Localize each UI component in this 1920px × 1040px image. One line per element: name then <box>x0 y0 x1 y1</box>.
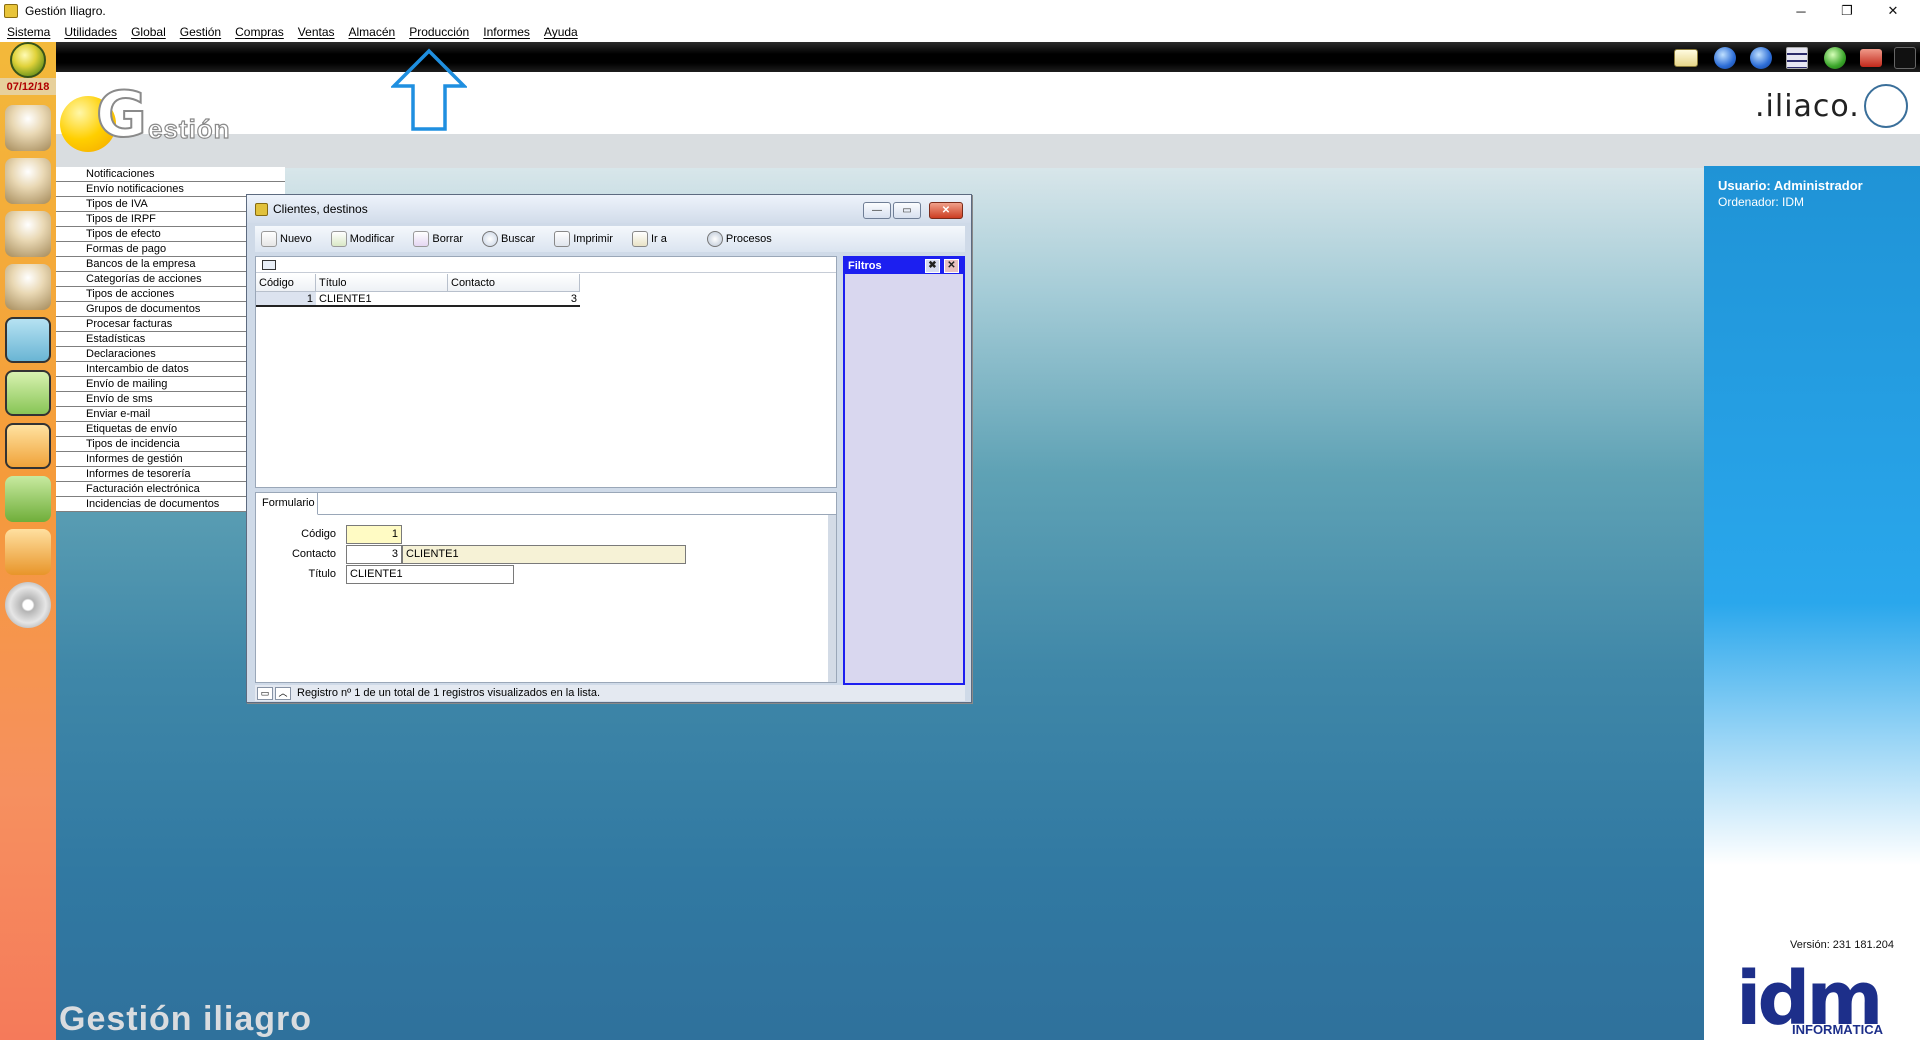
filters-header: Filtros ✖ ✕ <box>845 258 963 274</box>
records-list: Código Título Contacto 1 CLIENTE1 3 <box>255 256 837 488</box>
users-icon[interactable] <box>5 105 51 151</box>
delete-icon <box>413 231 430 247</box>
titulo-field[interactable]: CLIENTE1 <box>346 565 514 584</box>
goto-icon <box>631 231 648 247</box>
clientes-destinos-dialog: Clientes, destinos — ▭ ✕ Nuevo Modificar… <box>246 194 972 703</box>
codigo-field[interactable]: 1 <box>346 525 402 544</box>
title-bar: Gestión Iliagro. ─ ❐ ✕ <box>0 0 1920 22</box>
menu-utilidades[interactable]: Utilidades <box>64 25 117 39</box>
dialog-close-button[interactable]: ✕ <box>929 202 963 219</box>
arrow-up-icon <box>391 48 467 131</box>
menu-icon[interactable] <box>1786 47 1808 69</box>
restore-button[interactable]: ❐ <box>1824 0 1870 22</box>
imprimir-button[interactable]: Imprimir <box>554 231 613 247</box>
new-doc-icon <box>261 231 277 247</box>
forward-icon[interactable] <box>1750 47 1772 69</box>
tab-formulario[interactable]: Formulario <box>256 493 318 515</box>
letter-f-green-icon[interactable] <box>5 370 51 416</box>
filters-close-icon[interactable]: ✕ <box>944 259 959 273</box>
computer-label: Ordenador: IDM <box>1718 195 1805 209</box>
date-display: 07/12/18 <box>0 78 56 95</box>
status-up-icon[interactable]: ︿ <box>275 686 291 700</box>
version-label: Versión: 231 181.204 <box>1790 939 1894 951</box>
iliaco-logo: .iliaco. <box>1755 84 1908 128</box>
menu-ventas[interactable]: Ventas <box>298 25 335 39</box>
contacto-name-field: CLIENTE1 <box>402 545 686 564</box>
contacto-field[interactable]: 3 <box>346 545 402 564</box>
back-icon[interactable] <box>1714 47 1736 69</box>
letter-a-icon[interactable] <box>5 317 51 363</box>
search-icon <box>481 231 498 247</box>
mail-icon[interactable] <box>1674 49 1698 67</box>
green-bag-icon[interactable] <box>5 476 51 522</box>
print-icon <box>554 231 571 247</box>
help-icon[interactable] <box>1824 47 1846 69</box>
menu-gestion[interactable]: Gestión <box>180 25 221 39</box>
user-a-icon[interactable] <box>5 264 51 310</box>
column-header-titulo[interactable]: Título <box>316 274 448 292</box>
minimize-button[interactable]: ─ <box>1778 0 1824 22</box>
menu-bar: Sistema Utilidades Global Gestión Compra… <box>0 22 1920 42</box>
dialog-icon <box>255 202 268 216</box>
menu-sistema[interactable]: Sistema <box>7 25 50 39</box>
exit-icon[interactable] <box>1894 47 1916 69</box>
menu-compras[interactable]: Compras <box>235 25 284 39</box>
table-row-cell-codigo[interactable]: 1 <box>256 292 316 307</box>
menu-global[interactable]: Global <box>131 25 166 39</box>
codigo-label: Código <box>301 528 336 540</box>
modificar-button[interactable]: Modificar <box>330 231 394 247</box>
close-icon[interactable] <box>1860 49 1882 67</box>
titulo-label: Título <box>308 568 336 580</box>
list-strip <box>256 257 836 273</box>
window-title: Gestión Iliagro. <box>25 4 106 18</box>
user-icon[interactable] <box>5 158 51 204</box>
contacto-label: Contacto <box>291 548 336 560</box>
nuevo-button[interactable]: Nuevo <box>261 231 312 247</box>
dialog-minimize-button[interactable]: — <box>863 202 891 219</box>
iliaco-ring-icon <box>1863 84 1908 128</box>
menu-informes[interactable]: Informes <box>483 25 530 39</box>
table-row-cell-contacto[interactable]: 3 <box>448 292 580 307</box>
status-bar: ▭ ︿ Registro nº 1 de un total de 1 regis… <box>255 685 965 701</box>
edit-icon <box>330 231 347 247</box>
option-item[interactable]: Notificaciones <box>56 167 285 182</box>
menu-almacen[interactable]: Almacén <box>349 25 396 39</box>
menu-ayuda[interactable]: Ayuda <box>544 25 578 39</box>
top-toolbar <box>56 42 1920 72</box>
status-text: Registro nº 1 de un total de 1 registros… <box>297 687 601 699</box>
orange-bag-icon[interactable] <box>5 529 51 575</box>
pin-icon[interactable]: ✖ <box>925 259 940 273</box>
buscar-button[interactable]: Buscar <box>481 231 535 247</box>
borrar-button[interactable]: Borrar <box>413 231 463 247</box>
filters-title: Filtros <box>848 260 882 272</box>
idm-logo: idm INFORMÁTICA <box>1736 956 1883 1040</box>
table-row-cell-titulo[interactable]: CLIENTE1 <box>316 292 448 307</box>
column-header-codigo[interactable]: Código <box>256 274 316 292</box>
menu-produccion[interactable]: Producción <box>409 25 469 39</box>
tab-panel: Código 1 Contacto 3 CLIENTE1 Título CLIE… <box>256 515 836 682</box>
gestion-logo: G estión <box>60 77 230 152</box>
dialog-title: Clientes, destinos <box>273 202 368 216</box>
filters-panel: Filtros ✖ ✕ <box>843 256 965 685</box>
left-icon-bar: 07/12/18 <box>0 42 56 1040</box>
gear-icon <box>706 231 723 247</box>
dialog-toolbar: Nuevo Modificar Borrar Buscar Imprimir I… <box>255 226 965 252</box>
disc-icon[interactable] <box>5 582 51 628</box>
user-label: Usuario: Administrador <box>1718 178 1863 193</box>
app-icon <box>4 4 18 18</box>
info-panel: Usuario: Administrador Ordenador: IDM Ve… <box>1704 166 1920 1040</box>
user-p-icon[interactable] <box>5 211 51 257</box>
globe-icon[interactable] <box>10 42 46 78</box>
form-panel: Formulario Código 1 Contacto 3 CLIENTE1 … <box>255 492 837 683</box>
footer-brand: Gestión iliagro <box>59 1000 313 1038</box>
procesos-button[interactable]: Procesos <box>706 231 772 247</box>
letter-f-orange-icon[interactable] <box>5 423 51 469</box>
dialog-title-bar[interactable]: Clientes, destinos — ▭ ✕ <box>247 195 971 223</box>
close-button[interactable]: ✕ <box>1870 0 1916 22</box>
dialog-maximize-button[interactable]: ▭ <box>893 202 921 219</box>
column-header-contacto[interactable]: Contacto <box>448 274 580 292</box>
status-view-icon[interactable]: ▭ <box>257 686 273 700</box>
ir-a-button[interactable]: Ir a <box>631 231 667 247</box>
grid-options-icon[interactable] <box>262 260 276 270</box>
